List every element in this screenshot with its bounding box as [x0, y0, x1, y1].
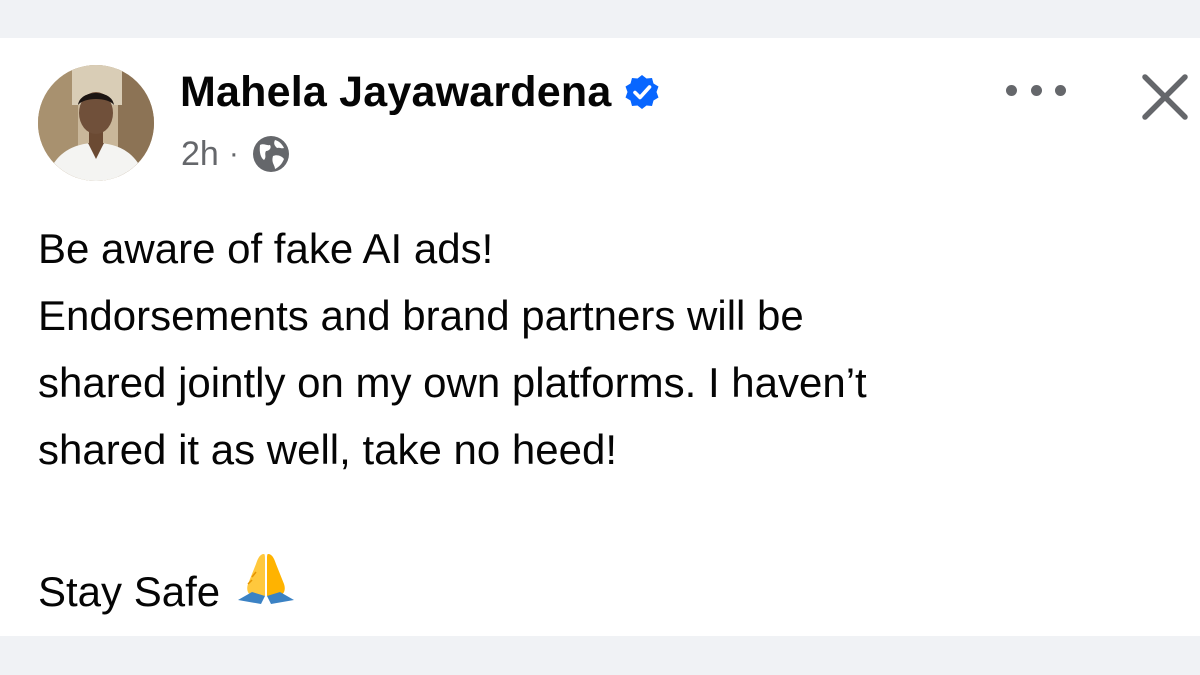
- more-options-icon[interactable]: [1004, 68, 1068, 112]
- post-text-line: Endorsements and brand partners will be: [38, 292, 804, 339]
- sign-off-line: Stay Safe: [38, 550, 1178, 625]
- avatar[interactable]: [38, 65, 154, 181]
- author-name[interactable]: Mahela Jayawardena: [180, 66, 611, 118]
- post-text-line: shared jointly on my own platforms. I ha…: [38, 359, 867, 406]
- meta-separator: ·: [228, 137, 239, 170]
- verified-badge-icon: [623, 73, 661, 111]
- sign-off-text: Stay Safe: [38, 568, 221, 615]
- more-dot: [1055, 84, 1066, 96]
- post-card: Mahela Jayawardena 2h · Be aware of fake…: [0, 38, 1200, 636]
- more-dot: [1006, 84, 1017, 96]
- post-text-line: shared it as well, take no heed!: [38, 426, 618, 473]
- post-timestamp[interactable]: 2h: [181, 134, 219, 174]
- globe-icon[interactable]: [251, 134, 291, 174]
- post-body: Be aware of fake AI ads! Endorsements an…: [38, 215, 1178, 625]
- page: Mahela Jayawardena 2h · Be aware of fake…: [0, 0, 1200, 675]
- folded-hands-icon: [234, 554, 298, 615]
- post-meta: 2h ·: [181, 134, 291, 174]
- author-row: Mahela Jayawardena: [180, 66, 661, 118]
- more-dot: [1030, 84, 1042, 96]
- post-text-line: Be aware of fake AI ads!: [38, 225, 494, 272]
- close-icon[interactable]: [1136, 68, 1194, 126]
